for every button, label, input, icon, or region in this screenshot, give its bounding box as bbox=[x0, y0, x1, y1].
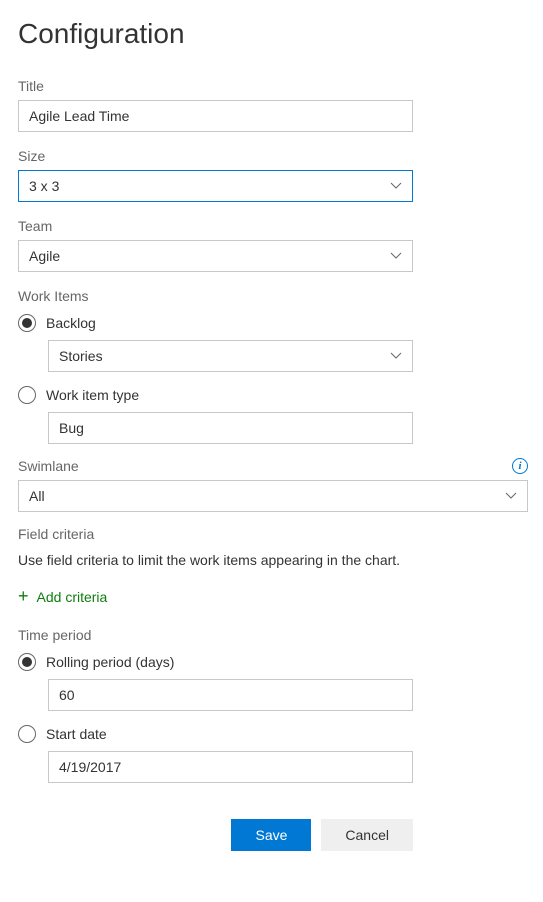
field-criteria-helper: Use field criteria to limit the work ite… bbox=[18, 552, 523, 568]
rolling-period-radio-row[interactable]: Rolling period (days) bbox=[18, 653, 523, 671]
info-icon[interactable]: i bbox=[512, 458, 528, 474]
work-item-type-radio-row[interactable]: Work item type bbox=[18, 386, 523, 404]
plus-icon: + bbox=[18, 586, 29, 607]
add-criteria-label: Add criteria bbox=[37, 589, 108, 605]
backlog-radio-row[interactable]: Backlog bbox=[18, 314, 523, 332]
time-period-label: Time period bbox=[18, 627, 523, 643]
work-item-type-radio-label: Work item type bbox=[46, 387, 139, 403]
size-label: Size bbox=[18, 148, 523, 164]
rolling-period-radio[interactable] bbox=[18, 653, 36, 671]
backlog-radio[interactable] bbox=[18, 314, 36, 332]
size-select[interactable]: 3 x 3 bbox=[18, 170, 413, 202]
team-select[interactable]: Agile bbox=[18, 240, 413, 272]
backlog-radio-label: Backlog bbox=[46, 315, 96, 331]
chevron-down-icon bbox=[390, 350, 402, 362]
work-item-type-input[interactable]: Bug bbox=[48, 412, 413, 444]
title-label: Title bbox=[18, 78, 523, 94]
title-value: Agile Lead Time bbox=[29, 108, 129, 124]
title-input[interactable]: Agile Lead Time bbox=[18, 100, 413, 132]
swimlane-label: Swimlane bbox=[18, 458, 79, 474]
backlog-value: Stories bbox=[59, 348, 103, 364]
rolling-period-input[interactable]: 60 bbox=[48, 679, 413, 711]
backlog-select[interactable]: Stories bbox=[48, 340, 413, 372]
save-button[interactable]: Save bbox=[231, 819, 311, 851]
chevron-down-icon bbox=[390, 180, 402, 192]
chevron-down-icon bbox=[390, 250, 402, 262]
size-value: 3 x 3 bbox=[29, 178, 59, 194]
rolling-period-radio-label: Rolling period (days) bbox=[46, 654, 174, 670]
work-item-type-radio[interactable] bbox=[18, 386, 36, 404]
swimlane-value: All bbox=[29, 488, 45, 504]
team-label: Team bbox=[18, 218, 523, 234]
chevron-down-icon bbox=[505, 490, 517, 502]
work-item-type-value: Bug bbox=[59, 420, 84, 436]
start-date-value: 4/19/2017 bbox=[59, 759, 121, 775]
start-date-radio[interactable] bbox=[18, 725, 36, 743]
start-date-input[interactable]: 4/19/2017 bbox=[48, 751, 413, 783]
page-title: Configuration bbox=[18, 18, 523, 50]
cancel-button[interactable]: Cancel bbox=[321, 819, 413, 851]
start-date-radio-row[interactable]: Start date bbox=[18, 725, 523, 743]
team-value: Agile bbox=[29, 248, 60, 264]
rolling-period-value: 60 bbox=[59, 687, 75, 703]
start-date-radio-label: Start date bbox=[46, 726, 107, 742]
work-items-label: Work Items bbox=[18, 288, 523, 304]
swimlane-select[interactable]: All bbox=[18, 480, 528, 512]
field-criteria-label: Field criteria bbox=[18, 526, 523, 542]
add-criteria-button[interactable]: + Add criteria bbox=[18, 586, 523, 607]
